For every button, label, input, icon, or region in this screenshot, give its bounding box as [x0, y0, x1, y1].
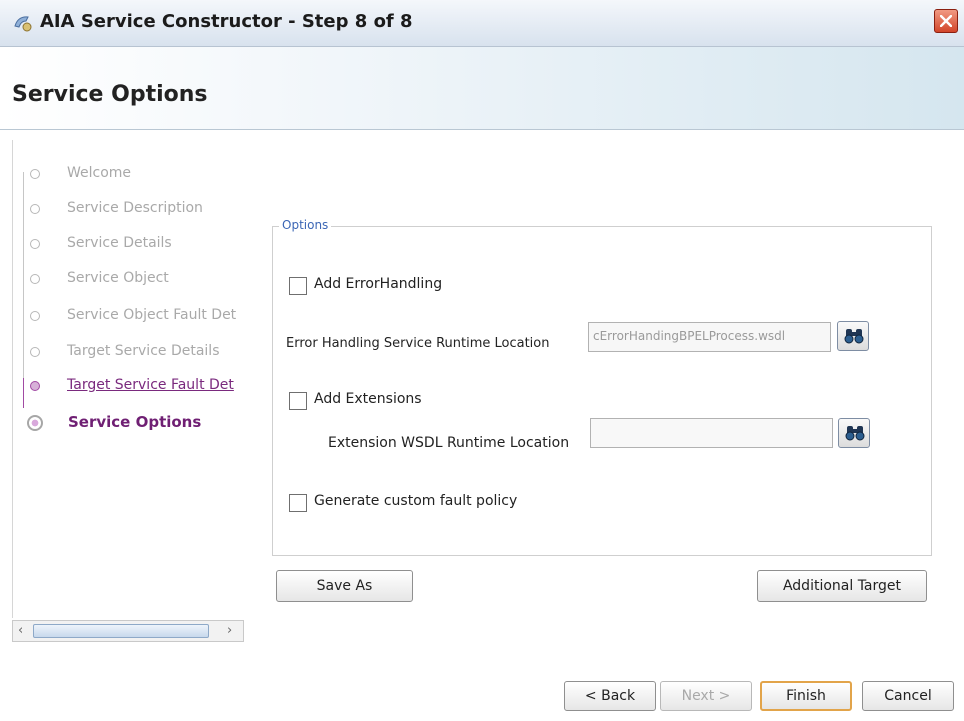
- nav-step-service-details[interactable]: Service Details: [12, 230, 244, 262]
- nav-step-label: Service Details: [67, 235, 172, 251]
- add-extensions-label: Add Extensions: [314, 391, 422, 407]
- step-marker-icon: [30, 239, 40, 249]
- binoculars-icon: [844, 329, 864, 344]
- nav-step-label: Welcome: [67, 165, 132, 181]
- nav-step-label: Service Object: [67, 270, 169, 286]
- scroll-right-icon[interactable]: ›: [227, 623, 232, 638]
- nav-step-welcome[interactable]: Welcome: [12, 160, 244, 192]
- close-icon: [940, 15, 952, 27]
- step-marker-icon: [30, 274, 40, 284]
- add-extensions-checkbox[interactable]: [289, 392, 307, 410]
- error-handling-location-field[interactable]: ​cErrorHandingBPELProcess.wsdl: [588, 322, 831, 352]
- wizard-header: Service Options: [0, 47, 964, 130]
- save-as-button[interactable]: Save As: [276, 570, 413, 602]
- step-marker-icon: [30, 204, 40, 214]
- nav-step-service-description[interactable]: Service Description: [12, 195, 244, 227]
- custom-fault-policy-checkbox[interactable]: [289, 494, 307, 512]
- add-error-handling-checkbox[interactable]: [289, 277, 307, 295]
- current-step-marker-icon: [27, 415, 43, 431]
- error-handling-location-label: Error Handling Service Runtime Location: [286, 336, 550, 351]
- cancel-button[interactable]: Cancel: [862, 681, 954, 711]
- nav-step-target-service-fault[interactable]: Target Service Fault Det: [12, 372, 244, 404]
- scroll-left-icon[interactable]: ‹: [18, 623, 23, 638]
- nav-step-service-object-fault[interactable]: Service Object Fault Det: [12, 302, 244, 334]
- nav-step-label: Service Object Fault Det: [67, 307, 237, 323]
- nav-step-service-object[interactable]: Service Object: [12, 265, 244, 297]
- additional-target-button[interactable]: Additional Target: [757, 570, 927, 602]
- step-marker-icon: [30, 347, 40, 357]
- nav-step-target-service-details[interactable]: Target Service Details: [12, 338, 244, 370]
- constructor-icon: [12, 12, 34, 34]
- step-marker-icon: [30, 311, 40, 321]
- finish-button[interactable]: Finish: [760, 681, 852, 711]
- extension-browse-button[interactable]: [838, 418, 870, 448]
- nav-step-service-options[interactable]: Service Options: [13, 408, 243, 440]
- binoculars-icon: [845, 426, 865, 441]
- nav-step-label: Service Options: [68, 413, 202, 431]
- back-button[interactable]: < Back: [564, 681, 656, 711]
- page-title: Service Options: [12, 82, 208, 107]
- nav-horizontal-scrollbar[interactable]: ‹ ›: [12, 620, 244, 642]
- scrollbar-thumb[interactable]: [33, 624, 209, 638]
- window-title: AIA Service Constructor - Step 8 of 8: [40, 11, 413, 32]
- add-error-handling-label: Add ErrorHandling: [314, 276, 443, 292]
- next-button[interactable]: Next >: [660, 681, 752, 711]
- nav-step-label: Target Service Details: [67, 343, 220, 359]
- close-button[interactable]: [934, 9, 958, 33]
- title-bar: AIA Service Constructor - Step 8 of 8: [0, 0, 964, 47]
- extension-location-label: Extension WSDL Runtime Location: [328, 435, 570, 451]
- extension-location-field[interactable]: [590, 418, 833, 448]
- custom-fault-policy-label: Generate custom fault policy: [314, 493, 518, 509]
- nav-step-label: Service Description: [67, 200, 203, 216]
- nav-step-label: Target Service Fault Det: [67, 377, 234, 393]
- error-handling-browse-button[interactable]: [837, 321, 869, 351]
- step-marker-icon: [30, 169, 40, 179]
- options-legend: Options: [279, 218, 332, 232]
- step-marker-icon: [30, 381, 40, 391]
